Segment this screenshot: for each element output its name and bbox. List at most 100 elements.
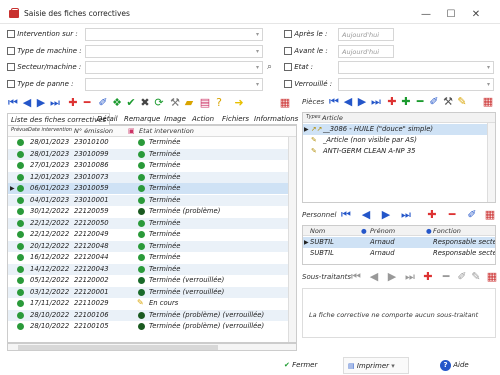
- table-row[interactable]: 28/01/2023 23010100 Terminée: [8, 137, 296, 148]
- duplicate-icon[interactable]: ❖: [111, 97, 123, 109]
- col-fonction[interactable]: Fonction: [433, 227, 461, 235]
- arrow-right-icon[interactable]: ➜: [233, 97, 245, 109]
- table-row[interactable]: 04/01/2023 23010001 Terminée: [8, 194, 296, 206]
- remove-icon[interactable]: ━: [440, 271, 452, 283]
- col-number[interactable]: N° émission: [74, 127, 113, 135]
- pencil-icon[interactable]: ✎: [470, 271, 482, 283]
- tab-image[interactable]: Image: [164, 113, 186, 125]
- grid-vertical-scrollbar[interactable]: [288, 137, 296, 342]
- calendar-icon[interactable]: ▦: [486, 271, 498, 283]
- next-record-icon[interactable]: ▶: [356, 96, 368, 108]
- add-icon[interactable]: ✚: [422, 271, 434, 283]
- col-status[interactable]: Etat intervention: [139, 127, 194, 135]
- before-checkbox[interactable]: [284, 47, 292, 55]
- breakdown-checkbox[interactable]: [7, 80, 15, 88]
- table-row[interactable]: 12/01/2023 23010073 Terminée: [8, 171, 296, 183]
- last-record-icon[interactable]: ⏭: [404, 271, 416, 283]
- table-row[interactable]: 28/10/2022 22100106 Terminée (problème) (v…: [8, 309, 296, 321]
- intervention-combo[interactable]: ▾: [85, 28, 263, 41]
- list-item[interactable]: ▶SUBTIL Arnaud Responsable secteur: [303, 237, 495, 248]
- col-date[interactable]: Date intervention: [28, 127, 72, 133]
- add-icon[interactable]: ✚: [386, 96, 398, 108]
- calendar-icon[interactable]: ▦: [484, 209, 496, 221]
- last-record-icon[interactable]: ⏭: [400, 209, 412, 221]
- col-planned[interactable]: Prévue: [11, 127, 28, 133]
- remove-icon[interactable]: ━: [414, 96, 426, 108]
- tools-icon[interactable]: ⚒: [169, 97, 181, 109]
- cancel-icon[interactable]: ✖: [139, 97, 151, 109]
- intervention-checkbox[interactable]: [7, 30, 15, 38]
- edit-icon[interactable]: ✐: [456, 271, 468, 283]
- tab-files[interactable]: Fichiers: [222, 113, 249, 125]
- last-record-icon[interactable]: ⏭: [370, 96, 382, 108]
- table-row[interactable]: 28/01/2023 23010099 Terminée: [8, 148, 296, 160]
- calendar-icon[interactable]: ▦: [279, 97, 291, 109]
- close-form-button[interactable]: ✔ Fermer: [284, 357, 332, 374]
- list-item[interactable]: ▶ ↗↗ __3086 - HUILE ("douce" simple): [303, 124, 495, 135]
- wrench-icon[interactable]: ⚒: [442, 96, 454, 108]
- tab-list[interactable]: Liste des fiches correctives: [7, 113, 111, 125]
- edit-icon[interactable]: ✐: [428, 96, 440, 108]
- previous-record-icon[interactable]: ◀: [368, 271, 380, 283]
- scroll-thumb[interactable]: [18, 345, 218, 350]
- edit-icon[interactable]: ✐: [466, 209, 478, 221]
- table-row[interactable]: 22/12/2022 22120049 Terminée: [8, 229, 296, 240]
- validate-icon[interactable]: ✔: [125, 97, 137, 109]
- tab-information[interactable]: Informations: [254, 113, 298, 125]
- before-date-field[interactable]: Aujourd'hui: [338, 45, 394, 58]
- col-article[interactable]: Article: [322, 114, 343, 122]
- col-prenom[interactable]: Prénom: [370, 227, 395, 235]
- calendar-icon[interactable]: ▦: [482, 96, 494, 108]
- table-row[interactable]: ▶ 06/01/2023 23010059 Terminée: [8, 183, 296, 194]
- help-button[interactable]: ? Aide: [440, 357, 484, 374]
- folder-icon[interactable]: ▰: [183, 97, 195, 109]
- state-checkbox[interactable]: [284, 63, 292, 71]
- table-row[interactable]: 14/12/2022 22120043 Terminée: [8, 263, 296, 275]
- first-record-icon[interactable]: ⏮: [340, 209, 352, 221]
- table-row[interactable]: 03/12/2022 22120001 Terminée (verrouillée): [8, 286, 296, 298]
- remove-icon[interactable]: ━: [446, 209, 458, 221]
- print-button[interactable]: ▤ Imprimer ▾: [343, 357, 409, 374]
- breakdown-combo[interactable]: ▾: [85, 78, 263, 91]
- table-row[interactable]: 05/12/2022 22120002 Terminée (verrouillée): [8, 275, 296, 286]
- after-date-field[interactable]: Aujourd'hui: [338, 28, 394, 41]
- binoculars-icon[interactable]: ⌕: [267, 62, 272, 72]
- tab-action[interactable]: Action: [192, 113, 214, 125]
- list-item[interactable]: SUBTIL Arnaud Responsable secteur: [303, 248, 495, 259]
- col-nom[interactable]: Nom: [310, 227, 325, 235]
- previous-record-icon[interactable]: ◀: [342, 96, 354, 108]
- add-green-icon[interactable]: ✚: [400, 96, 412, 108]
- next-record-icon[interactable]: ▶: [380, 209, 392, 221]
- col-types[interactable]: Types: [306, 114, 320, 120]
- machine-type-combo[interactable]: ▾: [85, 45, 263, 58]
- remove-icon[interactable]: ━: [81, 97, 93, 109]
- close-button[interactable]: ✕: [468, 9, 484, 20]
- machine-type-checkbox[interactable]: [7, 47, 15, 55]
- grid-horizontal-scrollbar[interactable]: [7, 343, 297, 351]
- previous-record-icon[interactable]: ◀: [21, 97, 33, 109]
- table-row[interactable]: 17/11/2022 22110029 En cours: [8, 297, 296, 309]
- help-question-icon[interactable]: ?: [213, 97, 225, 109]
- sector-combo[interactable]: ▾: [85, 61, 263, 74]
- locked-checkbox[interactable]: [284, 80, 292, 88]
- tab-remark[interactable]: Remarque: [124, 113, 160, 125]
- table-row[interactable]: 27/01/2023 23010086 Terminée: [8, 160, 296, 171]
- list-item[interactable]: ✎ _Article (non visible par AS): [303, 135, 495, 146]
- pencil-icon[interactable]: ✎: [456, 96, 468, 108]
- edit-icon[interactable]: ✐: [97, 97, 109, 109]
- table-row[interactable]: 30/12/2022 22120059 Terminée (problème): [8, 206, 296, 217]
- tab-detail[interactable]: Détail: [97, 113, 118, 125]
- print-preview-icon[interactable]: ▤: [199, 97, 211, 109]
- locked-combo[interactable]: ▾: [338, 78, 494, 91]
- maximize-button[interactable]: ☐: [443, 9, 459, 20]
- add-icon[interactable]: ✚: [67, 97, 79, 109]
- last-record-icon[interactable]: ⏭: [49, 97, 61, 109]
- first-record-icon[interactable]: ⏮: [7, 97, 19, 109]
- table-row[interactable]: 22/12/2022 22120050 Terminée: [8, 217, 296, 229]
- first-record-icon[interactable]: ⏮: [350, 271, 362, 283]
- refresh-icon[interactable]: ⟳: [153, 97, 165, 109]
- table-row[interactable]: 16/12/2022 22120044 Terminée: [8, 252, 296, 263]
- after-checkbox[interactable]: [284, 30, 292, 38]
- first-record-icon[interactable]: ⏮: [328, 96, 340, 108]
- next-record-icon[interactable]: ▶: [386, 271, 398, 283]
